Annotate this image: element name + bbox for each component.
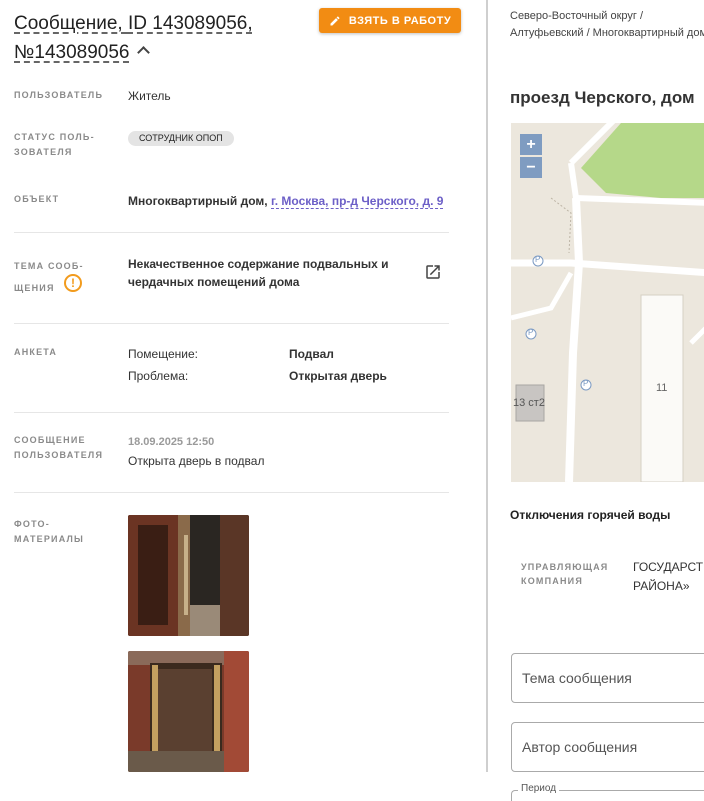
zoom-in-button[interactable]: + <box>520 134 542 155</box>
user-message-label: СООБЩЕНИЕ ПОЛЬЗОВАТЕЛЯ <box>14 435 104 460</box>
page-title: Сообщение, ID 143089056, №143089056 <box>14 9 314 67</box>
period-label: Период <box>518 783 560 794</box>
user-message-date: 18.09.2025 12:50 <box>128 436 215 448</box>
map[interactable]: P P P 11 13 ст2 + − <box>511 123 704 482</box>
object-label: ОБЪЕКТ <box>14 194 60 204</box>
user-value: Житель <box>128 89 171 103</box>
survey-key-problem: Проблема: <box>128 369 189 383</box>
status-label: СТАТУС ПОЛЬ-ЗОВАТЕЛЯ <box>14 132 95 157</box>
divider <box>14 232 449 233</box>
take-to-work-button[interactable]: ВЗЯТЬ В РАБОТУ <box>319 8 461 33</box>
period-field[interactable]: Период <box>511 783 704 801</box>
building-label: 11 <box>656 382 668 394</box>
topic-value: Некачественное содержание подвальных и ч… <box>128 257 389 289</box>
object-panel: Северо-Восточный округ / Алтуфьевский / … <box>490 0 704 801</box>
photo-thumbnail[interactable] <box>128 515 249 636</box>
user-label: ПОЛЬЗОВАТЕЛЬ <box>14 90 104 100</box>
object-address-link[interactable]: г. Москва, пр-д Черского, д. 9 <box>270 194 444 209</box>
breadcrumb: Северо-Восточный округ / Алтуфьевский / … <box>510 10 704 39</box>
divider <box>14 412 449 413</box>
title-id: ID 143089056, <box>127 13 253 34</box>
topic-input[interactable] <box>511 653 704 703</box>
warning-icon[interactable]: ! <box>64 274 82 292</box>
message-panel: Сообщение, ID 143089056, №143089056 ВЗЯТ… <box>0 0 484 801</box>
survey-key-room: Помещение: <box>128 347 198 361</box>
parking-label: P <box>535 255 541 264</box>
building-label: 13 ст2 <box>513 397 545 409</box>
hot-water-outages-link[interactable]: Отключения горячей воды <box>510 508 670 522</box>
parking-label: P <box>583 379 589 388</box>
pencil-icon <box>330 15 340 25</box>
survey-label: АНКЕТА <box>14 347 58 357</box>
author-input[interactable] <box>511 722 704 772</box>
topic-label: ТЕМА СООБ-ЩЕНИЯ <box>14 261 84 293</box>
survey-value-room: Подвал <box>289 347 334 361</box>
photos-label: ФОТО-МАТЕРИАЛЫ <box>14 519 85 544</box>
survey-value-problem: Открытая дверь <box>289 369 387 383</box>
address-heading: проезд Черского, дом <box>510 88 695 107</box>
photo-thumbnail[interactable] <box>128 651 249 772</box>
divider <box>14 492 449 493</box>
panel-divider[interactable] <box>486 0 488 772</box>
object-type: Многоквартирный дом, <box>128 194 271 208</box>
status-badge: СОТРУДНИК ОПОП <box>128 131 234 146</box>
parking-label: P <box>528 328 534 337</box>
title-prefix: Сообщение, <box>14 13 128 34</box>
object-value: Многоквартирный дом, г. Москва, пр-д Чер… <box>128 192 444 210</box>
user-message-text: Открыта дверь в подвал <box>128 454 265 468</box>
chevron-up-icon[interactable] <box>137 46 151 59</box>
management-company-label: УПРАВЛЯЮЩАЯ КОМПАНИЯ <box>521 562 609 586</box>
divider <box>14 323 449 324</box>
management-company-value: ГОСУДАРСТ ГОРОДА МО РАЙОНА» <box>633 560 704 593</box>
zoom-out-button[interactable]: − <box>520 157 542 178</box>
open-external-icon[interactable] <box>424 263 442 281</box>
take-to-work-label: ВЗЯТЬ В РАБОТУ <box>348 14 452 27</box>
title-number: №143089056 <box>14 42 130 63</box>
